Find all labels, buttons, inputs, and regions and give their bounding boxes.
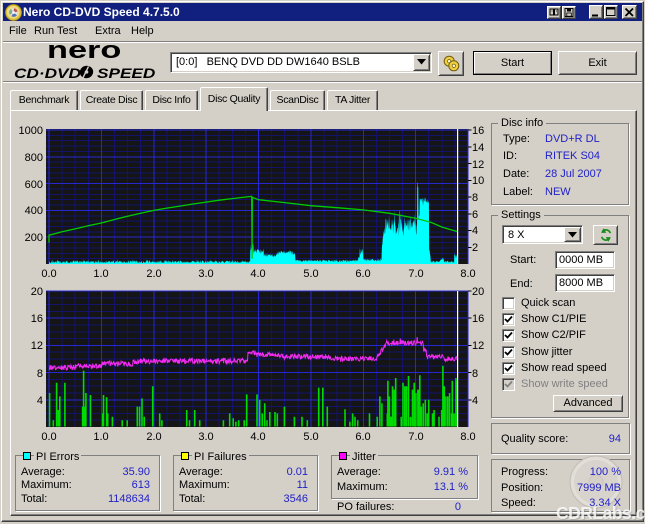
svg-text:7.0: 7.0 <box>408 431 423 443</box>
svg-text:5.0: 5.0 <box>303 268 318 280</box>
svg-text:4.0: 4.0 <box>250 431 265 443</box>
svg-text:8: 8 <box>37 368 43 380</box>
svg-text:10: 10 <box>472 175 484 187</box>
svg-text:800: 800 <box>25 152 43 164</box>
svg-text:14: 14 <box>472 142 484 154</box>
svg-text:0.0: 0.0 <box>41 268 56 280</box>
svg-text:6.0: 6.0 <box>355 431 370 443</box>
svg-text:1.0: 1.0 <box>93 431 108 443</box>
svg-text:600: 600 <box>25 179 43 191</box>
svg-text:5.0: 5.0 <box>303 431 318 443</box>
svg-text:400: 400 <box>25 205 43 217</box>
svg-text:4: 4 <box>472 225 478 237</box>
svg-text:2.0: 2.0 <box>146 268 161 280</box>
svg-text:20: 20 <box>472 286 484 298</box>
svg-text:12: 12 <box>472 159 484 171</box>
svg-text:1.0: 1.0 <box>93 268 108 280</box>
svg-text:6: 6 <box>472 209 478 221</box>
svg-text:4: 4 <box>37 395 43 407</box>
svg-text:200: 200 <box>25 232 43 244</box>
svg-text:16: 16 <box>472 125 484 137</box>
svg-text:12: 12 <box>31 340 43 352</box>
svg-text:8.0: 8.0 <box>460 431 475 443</box>
svg-text:2.0: 2.0 <box>146 431 161 443</box>
svg-text:16: 16 <box>31 313 43 325</box>
svg-text:8: 8 <box>472 368 478 380</box>
svg-text:12: 12 <box>472 340 484 352</box>
svg-text:20: 20 <box>31 286 43 298</box>
svg-text:3.0: 3.0 <box>198 431 213 443</box>
svg-text:4.0: 4.0 <box>250 268 265 280</box>
svg-text:2: 2 <box>472 242 478 254</box>
svg-text:8.0: 8.0 <box>460 268 475 280</box>
svg-text:0.0: 0.0 <box>41 431 56 443</box>
svg-text:4: 4 <box>472 395 478 407</box>
svg-text:8: 8 <box>472 192 478 204</box>
svg-text:6.0: 6.0 <box>355 268 370 280</box>
svg-text:7.0: 7.0 <box>408 268 423 280</box>
svg-text:16: 16 <box>472 313 484 325</box>
svg-text:3.0: 3.0 <box>198 268 213 280</box>
svg-text:1000: 1000 <box>19 125 43 137</box>
